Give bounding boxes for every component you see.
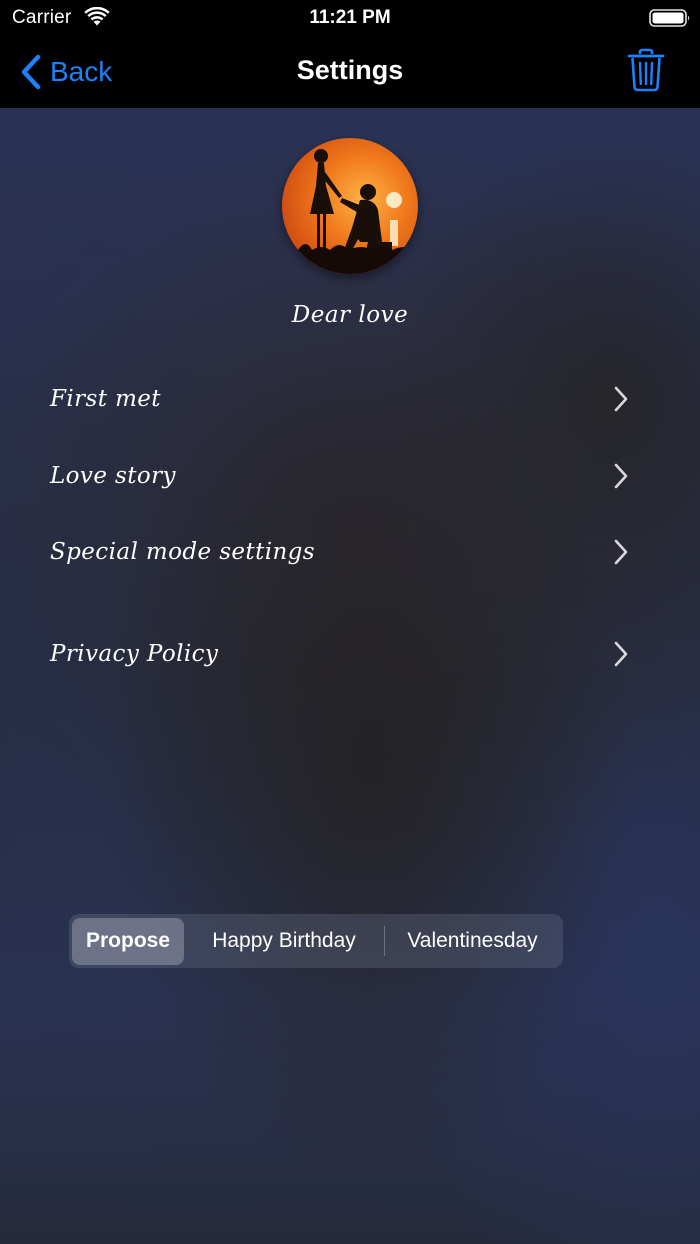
- settings-row-special-mode[interactable]: Special mode settings: [50, 527, 630, 577]
- status-time: 11:21 PM: [309, 7, 391, 28]
- page-title: Settings: [296, 55, 404, 85]
- segment-propose[interactable]: Propose: [72, 917, 184, 965]
- top-bar: Carrier 11:21 PM Back Settings: [0, 0, 700, 108]
- couple-proposal-icon: [282, 138, 418, 274]
- chevron-right-icon: [614, 386, 628, 412]
- profile-caption: Dear love: [291, 302, 409, 328]
- delete-button[interactable]: [626, 48, 666, 92]
- row-label: First met: [50, 386, 161, 412]
- row-label: Privacy Policy: [50, 641, 219, 667]
- chevron-right-icon: [614, 641, 628, 667]
- segment-happy-birthday[interactable]: Happy Birthday: [184, 918, 384, 965]
- mode-segmented-control: Propose Happy Birthday Valentinesday: [69, 914, 563, 968]
- settings-screen: Carrier 11:21 PM Back Settings Dear love…: [0, 0, 700, 1244]
- avatar[interactable]: [282, 138, 418, 274]
- row-label: Love story: [50, 463, 176, 489]
- row-label: Special mode settings: [50, 539, 316, 565]
- settings-row-privacy-policy[interactable]: Privacy Policy: [50, 629, 630, 679]
- battery-icon: [649, 9, 690, 27]
- settings-row-love-story[interactable]: Love story: [50, 451, 630, 501]
- chevron-right-icon: [614, 463, 628, 489]
- settings-row-first-met[interactable]: First met: [50, 374, 630, 424]
- chevron-right-icon: [614, 539, 628, 565]
- segment-valentinesday[interactable]: Valentinesday: [385, 918, 560, 965]
- trash-icon: [627, 48, 665, 92]
